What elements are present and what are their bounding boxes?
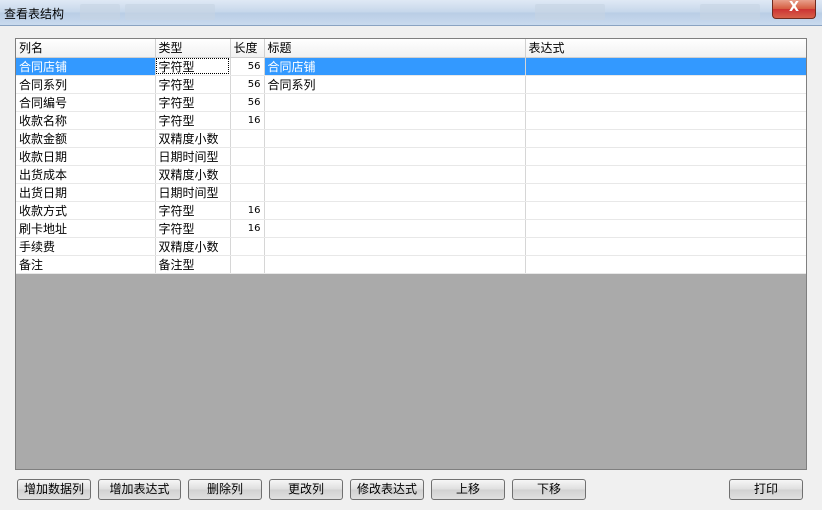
cell-column-name[interactable]: 刷卡地址 [16,219,156,238]
cell-length[interactable] [230,255,265,274]
cell-length[interactable]: 56 [230,57,265,76]
cell-length[interactable] [230,129,265,148]
cell-expression[interactable] [525,93,806,112]
cell-column-name[interactable]: 手续费 [16,237,156,256]
cell-column-name[interactable]: 收款日期 [16,147,156,166]
cell-expression[interactable] [525,111,806,130]
background-blur-block [535,4,605,20]
cell-caption[interactable] [264,93,526,112]
cell-expression[interactable] [525,201,806,220]
cell-length[interactable]: 16 [230,219,265,238]
cell-column-name[interactable]: 出货日期 [16,183,156,202]
table-row[interactable]: 收款金额 双精度小数 [16,129,806,148]
table-row[interactable]: 出货成本 双精度小数 [16,165,806,184]
cell-length[interactable] [230,147,265,166]
cell-expression[interactable] [525,219,806,238]
cell-type[interactable]: 字符型 [155,201,231,220]
table-row[interactable]: 手续费 双精度小数 [16,237,806,256]
cell-caption[interactable] [264,147,526,166]
cell-column-name[interactable]: 收款金额 [16,129,156,148]
cell-caption[interactable] [264,219,526,238]
cell-expression[interactable] [525,165,806,184]
cell-caption[interactable] [264,201,526,220]
move-up-button[interactable]: 上移 [431,479,505,500]
add-data-column-button[interactable]: 增加数据列 [17,479,91,500]
delete-column-button[interactable]: 删除列 [188,479,262,500]
table-row[interactable]: 合同编号 字符型 56 [16,93,806,112]
move-down-button[interactable]: 下移 [512,479,586,500]
table-row[interactable]: 收款日期 日期时间型 [16,147,806,166]
column-header-name[interactable]: 列名 [16,39,156,58]
cell-expression[interactable] [525,255,806,274]
cell-type[interactable]: 日期时间型 [155,147,231,166]
cell-column-name[interactable]: 出货成本 [16,165,156,184]
cell-expression[interactable] [525,183,806,202]
close-icon: X [788,0,800,15]
cell-caption[interactable]: 合同店铺 [264,57,526,76]
cell-expression[interactable] [525,147,806,166]
cell-caption[interactable] [264,129,526,148]
cell-type[interactable]: 双精度小数 [155,129,231,148]
table-row[interactable]: 备注 备注型 [16,255,806,274]
cell-expression[interactable] [525,75,806,94]
table-row[interactable]: 出货日期 日期时间型 [16,183,806,202]
window-title: 查看表结构 [4,7,65,21]
column-header-type[interactable]: 类型 [155,39,231,58]
cell-expression[interactable] [525,237,806,256]
structure-grid[interactable]: 列名 类型 长度 标题 表达式 合同店铺 字符型 56 合同店铺 合同系列 字符型 56 合同… [15,38,807,470]
cell-column-name[interactable]: 备注 [16,255,156,274]
change-column-button[interactable]: 更改列 [269,479,343,500]
print-button[interactable]: 打印 [729,479,803,500]
cell-length[interactable]: 16 [230,201,265,220]
background-blur-block [125,4,215,20]
cell-type[interactable]: 字符型 [155,219,231,238]
cell-column-name[interactable]: 合同系列 [16,75,156,94]
edit-expression-button[interactable]: 修改表达式 [350,479,424,500]
column-header-length[interactable]: 长度 [230,39,265,58]
header-row: 列名 类型 长度 标题 表达式 [16,39,806,58]
cell-column-name[interactable]: 收款方式 [16,201,156,220]
cell-column-name[interactable]: 合同编号 [16,93,156,112]
cell-type[interactable]: 字符型 [155,111,231,130]
table-row[interactable]: 刷卡地址 字符型 16 [16,219,806,238]
table-row[interactable]: 合同店铺 字符型 56 合同店铺 [16,57,806,76]
cell-expression[interactable] [525,129,806,148]
cell-type[interactable]: 字符型 [155,57,231,76]
column-header-expression[interactable]: 表达式 [525,39,806,58]
close-button[interactable]: X [772,0,816,19]
table-row[interactable]: 收款方式 字符型 16 [16,201,806,220]
background-blur-block [700,4,760,20]
cell-length[interactable] [230,237,265,256]
cell-length[interactable] [230,183,265,202]
cell-caption[interactable] [264,183,526,202]
title-bar[interactable]: 查看表结构 X [0,0,822,26]
cell-caption[interactable] [264,237,526,256]
cell-length[interactable] [230,165,265,184]
cell-caption[interactable]: 合同系列 [264,75,526,94]
cell-column-name[interactable]: 收款名称 [16,111,156,130]
cell-type[interactable]: 双精度小数 [155,237,231,256]
table-row[interactable]: 合同系列 字符型 56 合同系列 [16,75,806,94]
cell-length[interactable]: 16 [230,111,265,130]
cell-type[interactable]: 双精度小数 [155,165,231,184]
cell-column-name[interactable]: 合同店铺 [16,57,156,76]
structure-table: 列名 类型 长度 标题 表达式 合同店铺 字符型 56 合同店铺 合同系列 字符型 56 合同… [16,39,806,274]
cell-caption[interactable] [264,111,526,130]
background-blur-block [80,4,120,20]
cell-length[interactable]: 56 [230,75,265,94]
add-expression-button[interactable]: 增加表达式 [98,479,181,500]
cell-type[interactable]: 字符型 [155,75,231,94]
table-row[interactable]: 收款名称 字符型 16 [16,111,806,130]
column-header-caption[interactable]: 标题 [264,39,526,58]
cell-expression[interactable] [525,57,806,76]
cell-type[interactable]: 日期时间型 [155,183,231,202]
cell-type[interactable]: 字符型 [155,93,231,112]
cell-caption[interactable] [264,255,526,274]
cell-caption[interactable] [264,165,526,184]
cell-type[interactable]: 备注型 [155,255,231,274]
cell-length[interactable]: 56 [230,93,265,112]
